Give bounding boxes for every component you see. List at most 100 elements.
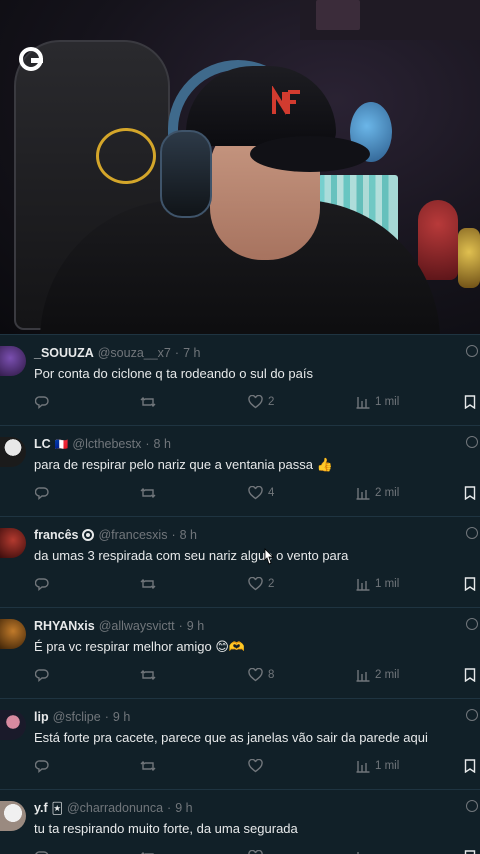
username[interactable]: @allwaysvictt <box>99 619 175 633</box>
separator: · <box>174 346 180 360</box>
avatar[interactable] <box>0 528 26 558</box>
repost-button[interactable] <box>140 395 156 409</box>
bookmark-button[interactable] <box>464 486 476 500</box>
repost-icon <box>140 668 156 682</box>
grok-icon[interactable] <box>466 800 478 812</box>
views-button[interactable] <box>356 850 375 854</box>
reply-button[interactable] <box>35 577 49 591</box>
timestamp[interactable]: 8 h <box>180 528 197 542</box>
grok-icon[interactable] <box>466 436 478 448</box>
reply-icon <box>35 759 49 773</box>
reply-icon <box>35 850 49 854</box>
view-count: 1 mil <box>375 760 400 772</box>
like-button[interactable] <box>248 850 268 854</box>
reply-button[interactable] <box>35 395 49 409</box>
tweet-header: LC 🇫🇷 @lcthebestx · 8 h <box>34 437 171 451</box>
username[interactable]: @sfclipe <box>53 710 101 724</box>
repost-button[interactable] <box>140 759 156 773</box>
timestamp[interactable]: 9 h <box>187 619 204 633</box>
views-button[interactable]: 1 mil <box>356 395 399 409</box>
like-button[interactable] <box>248 759 268 773</box>
timestamp[interactable]: 9 h <box>175 801 192 815</box>
avatar[interactable] <box>0 437 26 467</box>
timestamp[interactable]: 7 h <box>183 346 200 360</box>
tweet-reply[interactable]: _SOUUZA @souza__x7 · 7 h Por conta do ciclon… <box>0 334 480 425</box>
repost-button[interactable] <box>140 486 156 500</box>
bookmark-icon <box>464 486 476 500</box>
avatar[interactable] <box>0 801 26 831</box>
grok-icon[interactable] <box>466 618 478 630</box>
grok-icon[interactable] <box>466 345 478 357</box>
reply-button[interactable] <box>35 486 49 500</box>
reply-icon <box>35 668 49 682</box>
bookmark-button[interactable] <box>464 668 476 682</box>
flag-icon: 🇫🇷 <box>54 438 69 451</box>
like-button[interactable]: 4 <box>248 486 274 500</box>
bookmark-button[interactable] <box>464 577 476 591</box>
timestamp[interactable]: 9 h <box>113 710 130 724</box>
tweet-text-content: Por conta do ciclone q ta rodeando o sul… <box>34 366 313 381</box>
tweet-text: Está forte pra cacete, parece que as jan… <box>34 730 428 745</box>
tweet-text: Por conta do ciclone q ta rodeando o sul… <box>34 366 313 381</box>
views-button[interactable]: 2 mil <box>356 668 399 682</box>
bookmark-button[interactable] <box>464 759 476 773</box>
avatar[interactable] <box>0 619 26 649</box>
grok-icon[interactable] <box>466 709 478 721</box>
views-button[interactable]: 2 mil <box>356 486 399 500</box>
username[interactable]: @charradonunca <box>67 801 163 815</box>
timestamp[interactable]: 8 h <box>154 437 171 451</box>
reply-icon <box>35 395 49 409</box>
tweet-reply[interactable]: LC 🇫🇷 @lcthebestx · 8 h para de respirar pelo… <box>0 425 480 516</box>
flag-icon: 🃏 <box>51 802 63 815</box>
tweet-header: y.f 🃏 @charradonunca · 9 h <box>34 801 193 815</box>
tweet-reply[interactable]: y.f 🃏 @charradonunca · 9 h tu ta respirando m… <box>0 789 480 854</box>
tweet-text: da umas 3 respirada com seu nariz algue … <box>34 548 348 563</box>
tweet-text-content: da umas 3 respirada com seu nariz algue … <box>34 548 349 563</box>
repost-icon <box>140 577 156 591</box>
avatar[interactable] <box>0 710 26 740</box>
views-button[interactable]: 1 mil <box>356 577 399 591</box>
reply-button[interactable] <box>35 759 49 773</box>
tweet-text-content: Está forte pra cacete, parece que as jan… <box>34 730 428 745</box>
bookmark-icon <box>464 759 476 773</box>
username[interactable]: @souza__x7 <box>98 346 171 360</box>
tweet-text-content: para de respirar pelo nariz que a ventan… <box>34 457 313 472</box>
bookmark-button[interactable] <box>464 395 476 409</box>
display-name[interactable]: RHYANxis <box>34 619 95 633</box>
display-name[interactable]: y.f <box>34 801 48 815</box>
tweet-reply[interactable]: francês @francesxis · 8 h da umas 3 respirad… <box>0 516 480 607</box>
separator: · <box>145 437 150 451</box>
tweet-reply[interactable]: RHYANxis @allwaysvictt · 9 h É pra vc respir… <box>0 607 480 698</box>
verified-badge-icon <box>82 529 95 541</box>
display-name[interactable]: LC <box>34 437 51 451</box>
repost-icon <box>140 759 156 773</box>
repost-button[interactable] <box>140 577 156 591</box>
video-frame[interactable] <box>0 0 480 334</box>
bookmark-button[interactable] <box>464 850 476 854</box>
views-button[interactable]: 1 mil <box>356 759 399 773</box>
display-name[interactable]: lip <box>34 710 49 724</box>
bookmark-icon <box>464 577 476 591</box>
username[interactable]: @francesxis <box>98 528 167 542</box>
like-button[interactable]: 8 <box>248 668 274 682</box>
reply-button[interactable] <box>35 668 49 682</box>
avatar[interactable] <box>0 346 26 376</box>
tweet-header: lip @sfclipe · 9 h <box>34 710 130 724</box>
repost-button[interactable] <box>140 850 156 854</box>
like-button[interactable]: 2 <box>248 395 274 409</box>
chair-logo <box>96 128 156 184</box>
tweet-text: para de respirar pelo nariz que a ventan… <box>34 457 333 473</box>
tweet-reply[interactable]: lip @sfclipe · 9 h Está forte pra cacete, pa… <box>0 698 480 789</box>
display-name[interactable]: francês <box>34 528 78 542</box>
like-button[interactable]: 2 <box>248 577 274 591</box>
grok-icon[interactable] <box>466 527 478 539</box>
action-bar: 2 1 mil <box>0 395 480 413</box>
reply-feed[interactable]: _SOUUZA @souza__x7 · 7 h Por conta do ciclon… <box>0 334 480 854</box>
reply-button[interactable] <box>35 850 49 854</box>
heart-icon <box>248 577 263 591</box>
shelf-item <box>316 0 360 30</box>
view-count: 1 mil <box>375 578 400 590</box>
username[interactable]: @lcthebestx <box>72 437 141 451</box>
repost-button[interactable] <box>140 668 156 682</box>
display-name[interactable]: _SOUUZA <box>34 346 94 360</box>
